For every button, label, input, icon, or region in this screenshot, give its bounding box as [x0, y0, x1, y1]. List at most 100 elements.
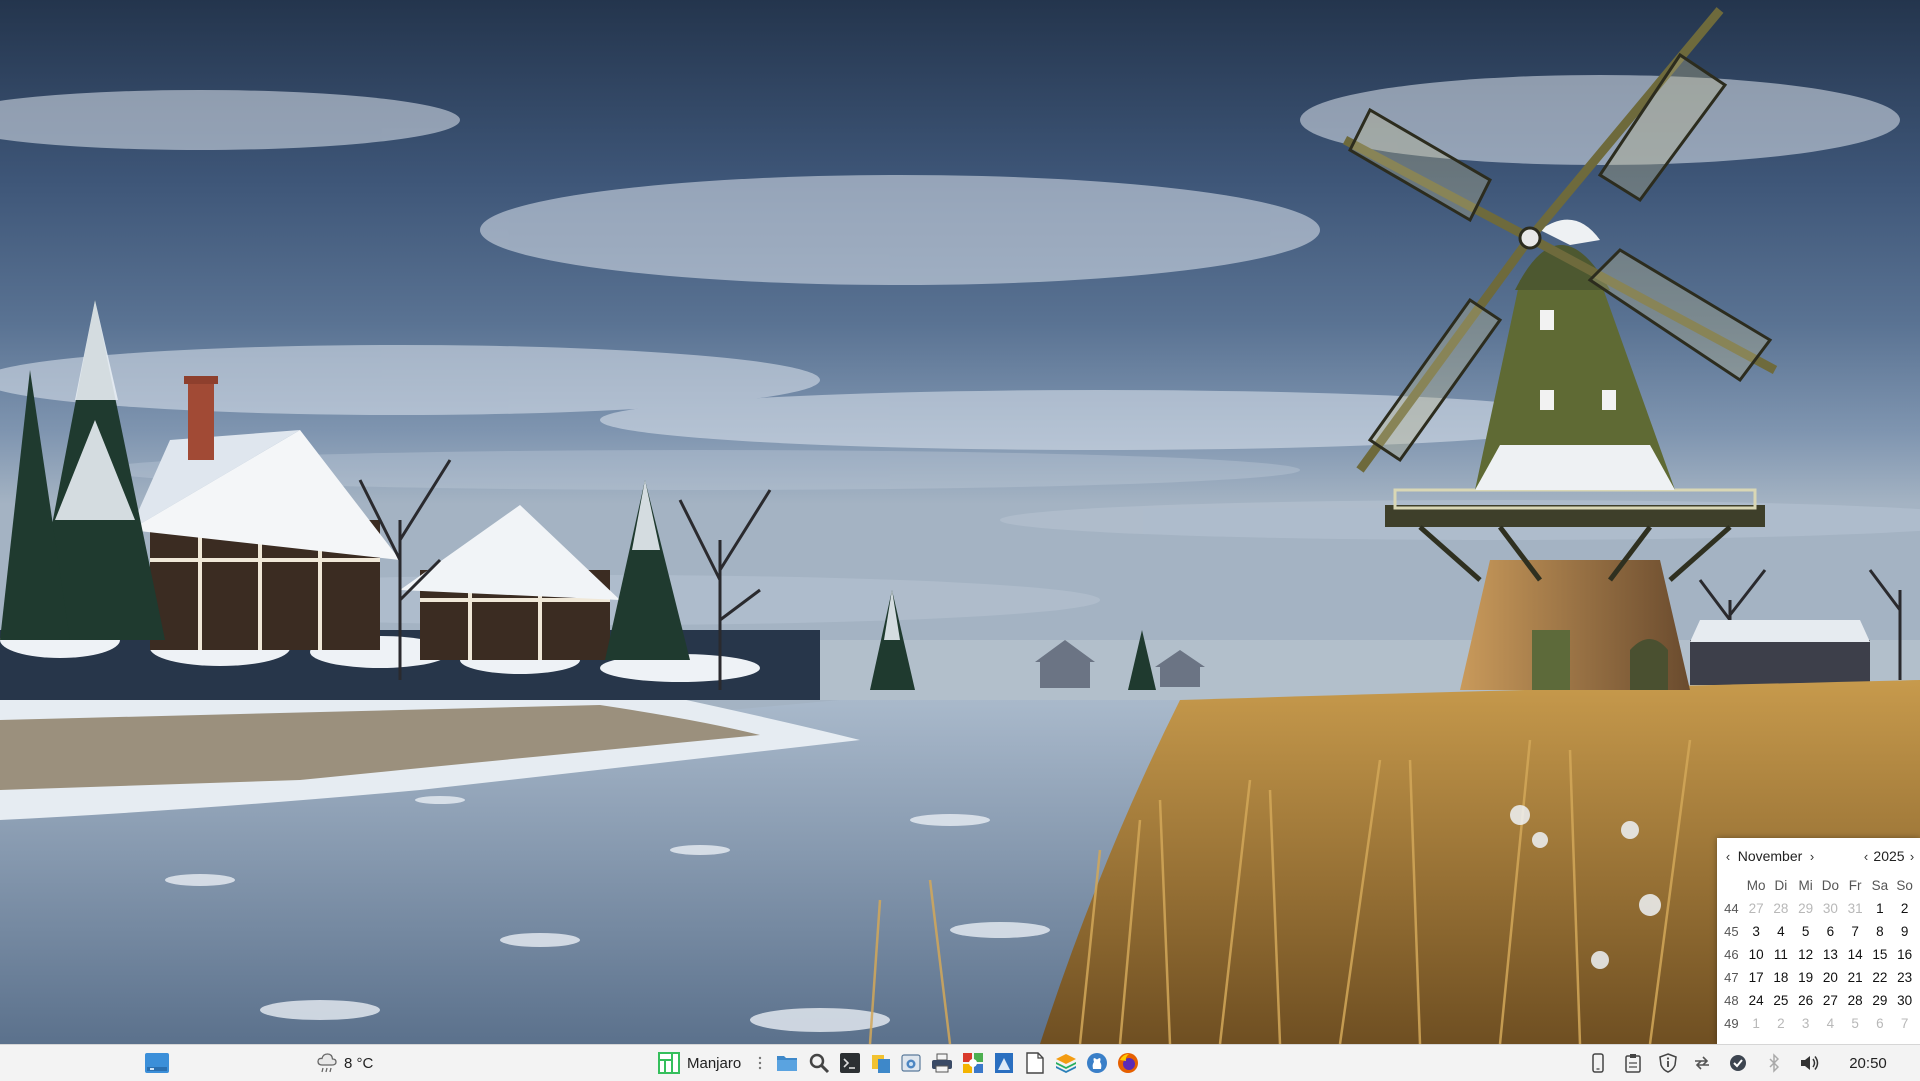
calendar-day[interactable]: 23: [1892, 966, 1917, 989]
calendar-week-row: 46 10 11 12 13 14 15 16: [1719, 943, 1917, 966]
puzzle-settings-icon: [963, 1053, 983, 1073]
file-manager-launcher[interactable]: [773, 1045, 801, 1081]
document-viewer-launcher[interactable]: [990, 1045, 1018, 1081]
application-menu-button[interactable]: Manjaro: [658, 1045, 764, 1081]
clipboard-tray[interactable]: [1621, 1045, 1645, 1081]
printer-icon: [932, 1053, 952, 1073]
calendar-day[interactable]: 18: [1769, 966, 1794, 989]
calendar-day-other-month[interactable]: 5: [1843, 1012, 1868, 1035]
clipboard-icon: [1625, 1054, 1641, 1073]
calendar-day-other-month[interactable]: 6: [1868, 1012, 1893, 1035]
week-number: 49: [1724, 1016, 1739, 1031]
show-desktop-button[interactable]: [143, 1045, 171, 1081]
camera-icon: [901, 1054, 921, 1072]
stack-layers-icon: [1056, 1054, 1076, 1073]
terminal-launcher[interactable]: [836, 1045, 864, 1081]
calendar-day[interactable]: 25: [1769, 989, 1794, 1012]
calendar-day[interactable]: 17: [1744, 966, 1769, 989]
kde-connect-tray[interactable]: [1586, 1045, 1610, 1081]
calendar-month[interactable]: November: [1735, 848, 1805, 864]
printer-launcher[interactable]: [928, 1045, 956, 1081]
calendar-day[interactable]: 1: [1868, 897, 1893, 920]
bluetooth-tray[interactable]: [1762, 1045, 1786, 1081]
next-month-icon[interactable]: ›: [1805, 849, 1819, 864]
calendar-day[interactable]: 16: [1892, 943, 1917, 966]
calendar-day[interactable]: 26: [1793, 989, 1818, 1012]
calendar-day[interactable]: 15: [1868, 943, 1893, 966]
text-editor-launcher[interactable]: [1021, 1045, 1049, 1081]
files-icon: [872, 1055, 890, 1073]
system-status-tray[interactable]: [1726, 1045, 1750, 1081]
weather-widget[interactable]: 8 °C: [316, 1045, 376, 1081]
calendar-day-other-month[interactable]: 30: [1818, 897, 1843, 920]
calendar-day[interactable]: 3: [1744, 920, 1769, 943]
firefox-launcher[interactable]: [1114, 1045, 1142, 1081]
calendar-weekday-header: Mo Di Mi Do Fr Sa So: [1719, 874, 1917, 897]
week-number-header: [1719, 874, 1744, 897]
calendar-day-other-month[interactable]: 2: [1769, 1012, 1794, 1035]
document-blue-icon: [995, 1053, 1013, 1073]
calendar-day-other-month[interactable]: 4: [1818, 1012, 1843, 1035]
week-number: 44: [1724, 901, 1739, 916]
calendar-day[interactable]: 12: [1793, 943, 1818, 966]
drag-handle-icon: [758, 1056, 762, 1070]
calendar-day-other-month[interactable]: 28: [1769, 897, 1794, 920]
calendar-day[interactable]: 8: [1868, 920, 1893, 943]
calendar-popup: ‹ November › ‹ 2025 › Mo Di Mi Do Fr Sa …: [1717, 838, 1920, 1044]
weekday-label: Mo: [1746, 878, 1766, 893]
desktop-wallpaper: ‹ November › ‹ 2025 › Mo Di Mi Do Fr Sa …: [0, 0, 1920, 1044]
clock-time: 20:50: [1849, 1054, 1887, 1072]
calendar-day[interactable]: 22: [1868, 966, 1893, 989]
update-notifier-tray[interactable]: [1656, 1045, 1680, 1081]
calendar-day[interactable]: 13: [1818, 943, 1843, 966]
prev-year-icon[interactable]: ‹: [1859, 849, 1873, 864]
next-year-icon[interactable]: ›: [1905, 849, 1919, 864]
weekday-label: Fr: [1848, 878, 1862, 893]
calendar-day[interactable]: 21: [1843, 966, 1868, 989]
layers-launcher[interactable]: [1052, 1045, 1080, 1081]
prev-month-icon[interactable]: ‹: [1721, 849, 1735, 864]
calendar-day-other-month[interactable]: 29: [1793, 897, 1818, 920]
network-tray[interactable]: [1690, 1045, 1714, 1081]
calendar-day[interactable]: 7: [1843, 920, 1868, 943]
calendar-day[interactable]: 19: [1793, 966, 1818, 989]
file-copy-launcher[interactable]: [867, 1045, 895, 1081]
calendar-day[interactable]: 11: [1769, 943, 1794, 966]
week-number: 48: [1724, 993, 1739, 1008]
panel-separator[interactable]: [756, 1045, 764, 1081]
screenshot-launcher[interactable]: [897, 1045, 925, 1081]
calendar-day-other-month[interactable]: 1: [1744, 1012, 1769, 1035]
settings-launcher[interactable]: [959, 1045, 987, 1081]
taskbar: 8 °C Manjaro 20:50: [0, 1044, 1920, 1081]
github-launcher[interactable]: [1083, 1045, 1111, 1081]
calendar-day[interactable]: 20: [1818, 966, 1843, 989]
search-launcher[interactable]: [805, 1045, 833, 1081]
calendar-day-other-month[interactable]: 27: [1744, 897, 1769, 920]
bluetooth-icon: [1769, 1053, 1780, 1073]
calendar-day[interactable]: 28: [1843, 989, 1868, 1012]
calendar-day[interactable]: 27: [1818, 989, 1843, 1012]
calendar-day[interactable]: 14: [1843, 943, 1868, 966]
calendar-year[interactable]: 2025: [1873, 848, 1905, 864]
calendar-day[interactable]: 10: [1744, 943, 1769, 966]
calendar-day[interactable]: 6: [1818, 920, 1843, 943]
calendar-day[interactable]: 9: [1892, 920, 1917, 943]
weekday-label: Mi: [1798, 878, 1813, 893]
weekday-label: Do: [1821, 878, 1839, 893]
speaker-volume-icon: [1801, 1056, 1819, 1070]
blank-document-icon: [1026, 1052, 1044, 1074]
volume-tray[interactable]: [1798, 1045, 1822, 1081]
calendar-day[interactable]: 30: [1892, 989, 1917, 1012]
calendar-day-other-month[interactable]: 31: [1843, 897, 1868, 920]
weekday-label: So: [1896, 878, 1913, 893]
calendar-week-row: 44 27 28 29 30 31 1 2: [1719, 897, 1917, 920]
calendar-day-other-month[interactable]: 7: [1892, 1012, 1917, 1035]
calendar-day[interactable]: 29: [1868, 989, 1893, 1012]
calendar-day[interactable]: 2: [1892, 897, 1917, 920]
clock[interactable]: 20:50: [1838, 1045, 1898, 1081]
calendar-day[interactable]: 24: [1744, 989, 1769, 1012]
calendar-day[interactable]: 5: [1793, 920, 1818, 943]
calendar-day[interactable]: 4: [1769, 920, 1794, 943]
weekday-label: Sa: [1871, 878, 1889, 893]
calendar-day-other-month[interactable]: 3: [1793, 1012, 1818, 1035]
